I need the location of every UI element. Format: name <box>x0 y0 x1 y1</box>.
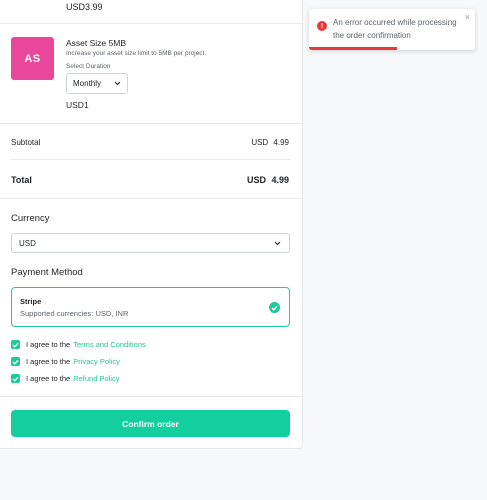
agree-privacy: I agree to the Privacy Policy <box>11 357 120 366</box>
divider <box>11 159 291 160</box>
payment-method-name: Stripe <box>20 297 42 306</box>
divider <box>0 123 302 124</box>
item-avatar: AS <box>11 37 54 80</box>
agree-text: I agree to the <box>26 357 71 366</box>
toast-progress-bar <box>309 47 397 50</box>
divider <box>0 198 302 199</box>
divider <box>0 396 302 397</box>
payment-method-stripe[interactable]: Stripe Supported currencies: USD, INR <box>11 287 290 327</box>
duration-value: Monthly <box>73 79 102 88</box>
confirm-order-button[interactable]: Confirm order <box>11 410 290 437</box>
agree-terms: I agree to the Terms and Conditions <box>11 340 146 349</box>
terms-link[interactable]: Terms and Conditions <box>73 340 146 349</box>
previous-item-price: USD3.99 <box>66 2 103 12</box>
total-label: Total <box>11 175 32 185</box>
error-icon: ! <box>317 21 327 31</box>
item-name: Asset Size 5MB <box>66 38 126 48</box>
total-value: USD 4.99 <box>246 175 289 185</box>
agree-text: I agree to the <box>26 340 71 349</box>
duration-label: Select Duration <box>66 63 111 70</box>
payment-method-currencies: Supported currencies: USD, INR <box>20 309 129 318</box>
privacy-link[interactable]: Privacy Policy <box>73 357 120 366</box>
divider <box>0 23 302 24</box>
terms-checkbox[interactable] <box>11 340 20 349</box>
selected-check-icon <box>269 302 280 313</box>
agree-refund: I agree to the Refund Policy <box>11 374 119 383</box>
close-icon[interactable]: × <box>465 12 470 22</box>
item-description: Increase your asset size limit to 5MB pe… <box>66 50 207 57</box>
refund-link[interactable]: Refund Policy <box>73 374 119 383</box>
refund-checkbox[interactable] <box>11 374 20 383</box>
privacy-checkbox[interactable] <box>11 357 20 366</box>
chevron-down-icon <box>114 79 121 88</box>
order-summary-panel: USD3.99 AS Asset Size 5MB Increase your … <box>0 0 303 449</box>
item-price: USD1 <box>66 100 89 110</box>
chevron-down-icon <box>274 239 281 248</box>
subtotal-label: Subtotal <box>11 138 41 147</box>
currency-select[interactable]: USD <box>11 233 290 253</box>
payment-method-title: Payment Method <box>11 267 83 278</box>
currency-value: USD <box>19 238 36 248</box>
subtotal-value: USD 4.99 <box>251 138 289 147</box>
currency-title: Currency <box>11 213 50 224</box>
error-toast: ! An error occurred while processing the… <box>309 9 475 50</box>
toast-message: An error occurred while processing the o… <box>333 18 457 40</box>
duration-select[interactable]: Monthly <box>66 73 128 94</box>
agree-text: I agree to the <box>26 374 71 383</box>
